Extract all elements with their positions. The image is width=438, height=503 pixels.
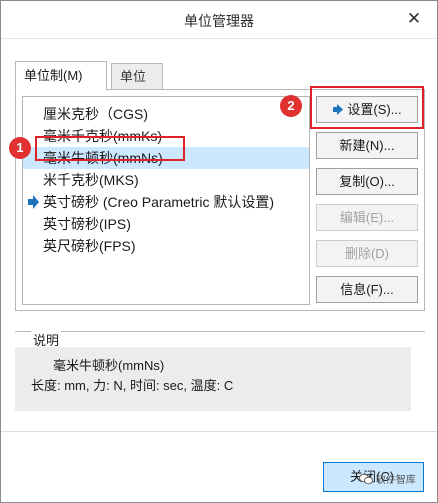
new-button[interactable]: 新建(N)...	[316, 132, 418, 159]
tab-unit-systems[interactable]: 单位制(M)	[15, 61, 107, 91]
right-arrow-icon	[333, 104, 344, 115]
tab-units[interactable]: 单位	[111, 63, 163, 90]
info-button[interactable]: 信息(F)...	[316, 276, 418, 303]
footer-divider	[1, 431, 437, 432]
annotation-marker-1: 1	[9, 137, 31, 159]
list-item-label: 米千克秒(MKS)	[43, 172, 139, 188]
list-item[interactable]: 米千克秒(MKS)	[23, 169, 309, 191]
list-item[interactable]: 英尺磅秒(FPS)	[23, 235, 309, 257]
list-item-label: 英寸磅秒(IPS)	[43, 216, 131, 232]
title-bar: 单位管理器 ✕	[1, 1, 437, 39]
list-item-default[interactable]: 英寸磅秒 (Creo Parametric 默认设置)	[23, 191, 309, 213]
dialog-title: 单位管理器	[184, 13, 254, 29]
edit-button[interactable]: 编辑(E)...	[316, 204, 418, 231]
wechat-icon	[359, 473, 373, 485]
description-details: 长度: mm, 力: N, 时间: sec, 温度: C	[31, 378, 234, 393]
set-button[interactable]: 设置(S)...	[316, 96, 418, 123]
list-item[interactable]: 厘米克秒（CGS)	[23, 103, 309, 125]
description-name: 毫米牛顿秒(mmNs)	[53, 358, 165, 373]
copy-button[interactable]: 复制(O)...	[316, 168, 418, 195]
right-arrow-icon	[28, 195, 39, 209]
delete-button[interactable]: 删除(D)	[316, 240, 418, 267]
list-item-label: 英尺磅秒(FPS)	[43, 238, 136, 254]
watermark-text: 软件智库	[375, 475, 416, 486]
set-button-label: 设置(S)...	[347, 102, 402, 117]
close-icon[interactable]: ✕	[404, 9, 424, 29]
description-box: 毫米牛顿秒(mmNs) 长度: mm, 力: N, 时间: sec, 温度: C	[15, 347, 411, 411]
watermark: 软件智库	[359, 471, 416, 486]
list-item-selected[interactable]: 毫米牛顿秒(mmNs)	[23, 147, 309, 169]
list-item-label: 厘米克秒（CGS)	[43, 106, 148, 122]
annotation-marker-2: 2	[280, 95, 302, 117]
list-item-label: 英寸磅秒 (Creo Parametric 默认设置)	[43, 194, 275, 210]
list-item-label: 毫米牛顿秒(mmNs)	[43, 150, 163, 166]
unit-system-list[interactable]: 厘米克秒（CGS) 毫米千克秒(mmKs) 毫米牛顿秒(mmNs) 米千克秒(M…	[22, 96, 310, 305]
list-item[interactable]: 英寸磅秒(IPS)	[23, 213, 309, 235]
unit-manager-dialog: 单位管理器 ✕ 单位制(M) 单位 厘米克秒（CGS) 毫米千克秒(mmKs) …	[0, 0, 438, 503]
list-item[interactable]: 毫米千克秒(mmKs)	[23, 125, 309, 147]
list-item-label: 毫米千克秒(mmKs)	[43, 128, 162, 144]
